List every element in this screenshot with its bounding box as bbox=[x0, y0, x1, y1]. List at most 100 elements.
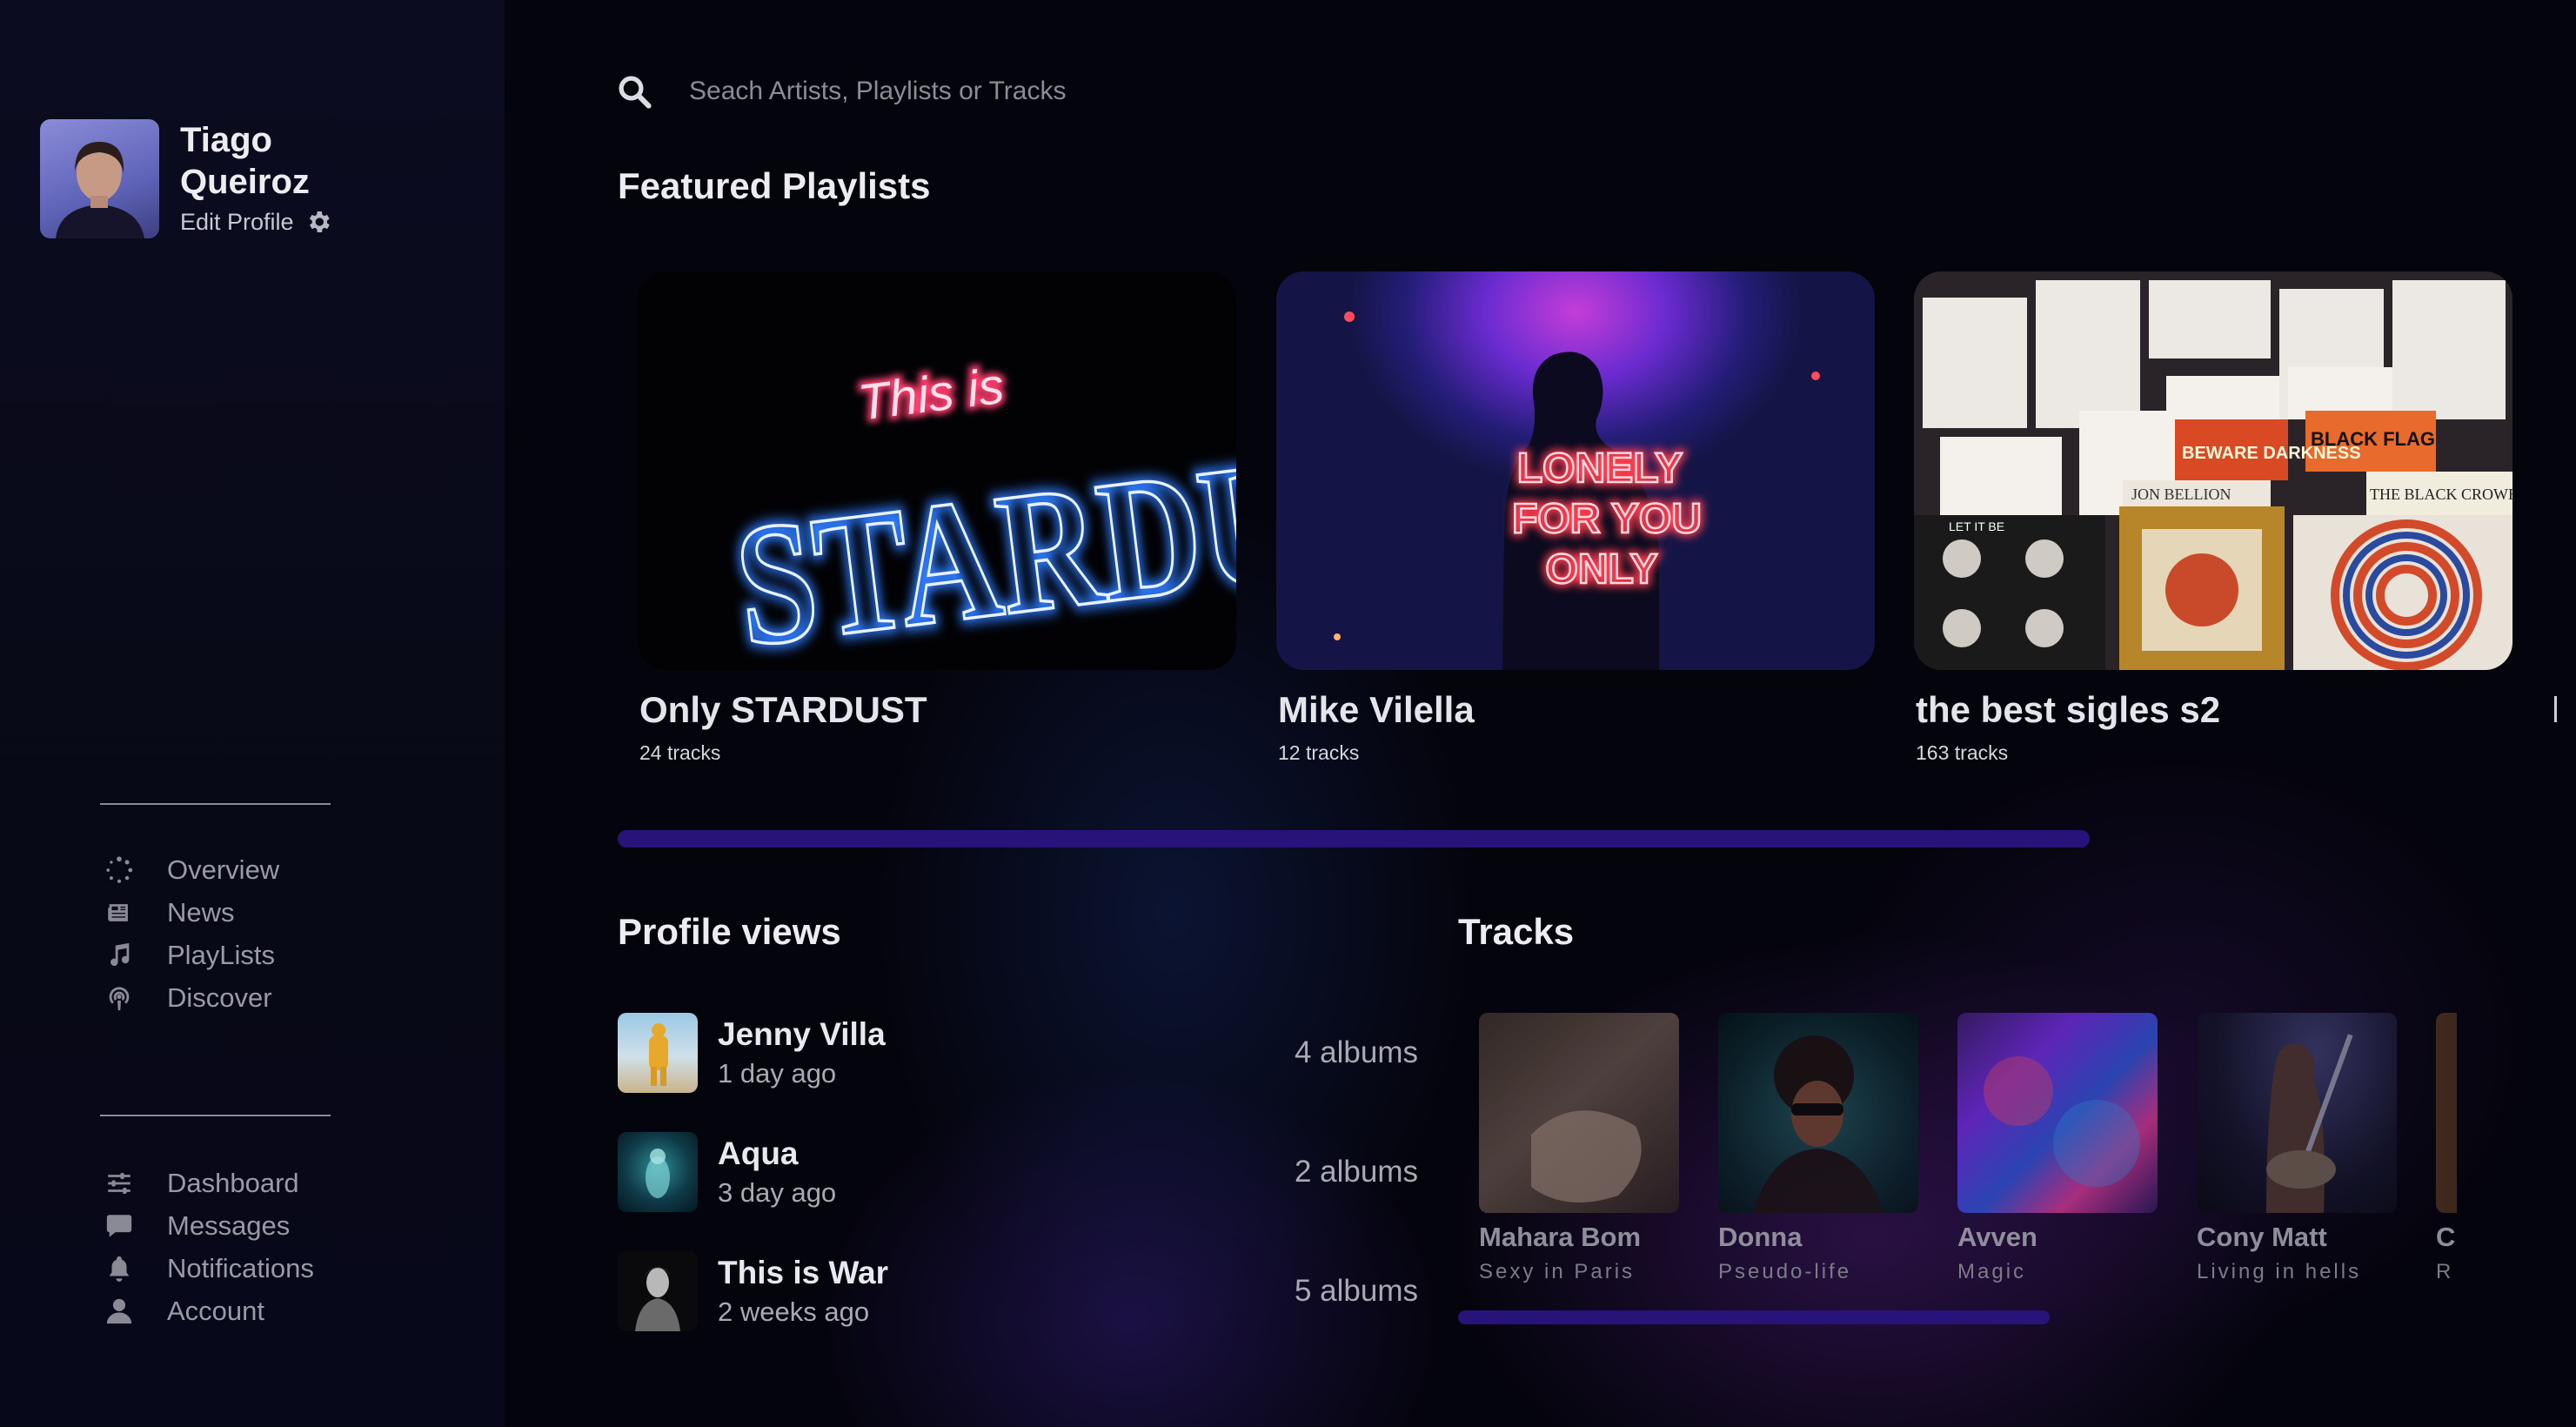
track-title: R bbox=[2436, 1260, 2454, 1283]
track-card[interactable]: Cony Matt Living in hells bbox=[2197, 1013, 2397, 1284]
search-icon[interactable] bbox=[616, 73, 652, 110]
edit-profile-link[interactable]: Edit Profile bbox=[180, 209, 294, 236]
artist-figure bbox=[635, 1267, 680, 1331]
secondary-nav: Dashboard Messages Notifications Account bbox=[104, 1162, 314, 1332]
gear-icon[interactable] bbox=[304, 208, 332, 236]
cover-big-text: STARDUST bbox=[726, 402, 1236, 670]
track-art-figure bbox=[1984, 1056, 2140, 1187]
bell-icon bbox=[109, 1256, 130, 1282]
profile-view-row[interactable]: This is War 2 weeks ago 5 albums bbox=[618, 1251, 1418, 1331]
view-time: 1 day ago bbox=[718, 1058, 837, 1089]
track-art-figure bbox=[1531, 1110, 1642, 1203]
track-card[interactable]: C R bbox=[2436, 1013, 2457, 1284]
avatar-portrait bbox=[56, 142, 144, 238]
primary-nav: Overview News PlayLists Discover bbox=[104, 848, 279, 1019]
newspaper-icon bbox=[108, 903, 128, 921]
nav-label: News bbox=[167, 896, 235, 928]
sidebar-divider bbox=[100, 1115, 331, 1116]
nav-item-account[interactable]: Account bbox=[104, 1290, 314, 1332]
sidebar-divider bbox=[100, 803, 331, 805]
album-count: 2 albums bbox=[1294, 1155, 1418, 1189]
track-artist[interactable]: C bbox=[2436, 1222, 2457, 1253]
nav-label: Dashboard bbox=[167, 1167, 299, 1198]
artist-thumbnail[interactable] bbox=[618, 1251, 698, 1331]
search-bar bbox=[616, 73, 1472, 110]
track-art[interactable] bbox=[1718, 1013, 1918, 1213]
playlist-card[interactable]: BEWARE DARKNESS BLACK FLAG THE BLACK CRO… bbox=[1914, 271, 2512, 765]
track-artist[interactable]: Cony Matt bbox=[2197, 1222, 2397, 1253]
track-art-figure bbox=[1753, 1035, 1883, 1213]
playlist-cover[interactable]: STARDUST STARDUST This is This is bbox=[638, 271, 1236, 670]
track-title: Sexy in Paris bbox=[1479, 1260, 1636, 1283]
search-input[interactable] bbox=[689, 77, 1472, 106]
artist-name[interactable]: Jenny Villa bbox=[718, 1016, 886, 1053]
playlist-card[interactable]: STARDUST STARDUST This is This is Only S… bbox=[638, 271, 1236, 765]
profile-view-row[interactable]: Jenny Villa 1 day ago 4 albums bbox=[618, 1013, 1418, 1093]
nav-item-news[interactable]: News bbox=[104, 891, 279, 934]
playlist-card[interactable]: LONELY FOR YOU ONLY LONELY FOR YOU ONLY … bbox=[1276, 271, 1875, 765]
record-label-text: LET IT BE bbox=[1949, 519, 2004, 533]
artist-thumbnail[interactable] bbox=[618, 1132, 698, 1212]
nav-item-messages[interactable]: Messages bbox=[104, 1204, 314, 1247]
track-card[interactable]: Avven Magic bbox=[1957, 1013, 2158, 1284]
spinner-icon bbox=[106, 855, 133, 883]
lonely-neon-art: LONELY FOR YOU ONLY LONELY FOR YOU ONLY bbox=[1334, 312, 1820, 670]
record-store-art: BEWARE DARKNESS BLACK FLAG THE BLACK CRO… bbox=[1914, 271, 2512, 670]
track-artist[interactable]: Avven bbox=[1957, 1222, 2158, 1253]
playlist-title[interactable]: Only STARDUST bbox=[639, 689, 1236, 731]
user-icon bbox=[106, 1298, 132, 1323]
cover-line: LONELY bbox=[1517, 446, 1683, 492]
track-title: Pseudo-life bbox=[1718, 1260, 1852, 1283]
tracks-scrollbar[interactable] bbox=[1458, 1310, 2050, 1324]
track-art[interactable] bbox=[1957, 1013, 2158, 1213]
album-count: 4 albums bbox=[1294, 1035, 1418, 1069]
playlist-cover[interactable]: LONELY FOR YOU ONLY LONELY FOR YOU ONLY bbox=[1276, 271, 1875, 670]
nav-item-dashboard[interactable]: Dashboard bbox=[104, 1162, 314, 1204]
nav-item-discover[interactable]: Discover bbox=[104, 976, 279, 1019]
playlist-title[interactable]: Mike Vilella bbox=[1278, 689, 1875, 731]
track-title: Magic bbox=[1957, 1260, 2027, 1283]
featured-playlists-title: Featured Playlists bbox=[618, 165, 931, 206]
cover-small-text: This is bbox=[855, 358, 1007, 432]
featured-scrollbar[interactable] bbox=[618, 830, 2090, 847]
cover-line: ONLY bbox=[1546, 546, 1658, 593]
playlist-track-count: 24 tracks bbox=[639, 741, 721, 764]
nav-label: Messages bbox=[167, 1209, 291, 1241]
playlist-cover[interactable]: BEWARE DARKNESS BLACK FLAG THE BLACK CRO… bbox=[1914, 271, 2512, 670]
artist-name[interactable]: Aqua bbox=[718, 1136, 836, 1172]
record-label-text: THE BLACK CROWES bbox=[2370, 486, 2512, 503]
track-artist[interactable]: Mahara Bom bbox=[1479, 1222, 1679, 1253]
chat-bubble-icon bbox=[106, 1214, 132, 1237]
album-count: 5 albums bbox=[1294, 1274, 1418, 1308]
avatar[interactable] bbox=[40, 119, 159, 238]
artist-name[interactable]: This is War bbox=[718, 1255, 888, 1291]
nav-item-notifications[interactable]: Notifications bbox=[104, 1247, 314, 1290]
cover-line: FOR YOU bbox=[1512, 496, 1702, 542]
nav-item-overview[interactable]: Overview bbox=[104, 848, 279, 891]
nav-item-playlists[interactable]: PlayLists bbox=[104, 934, 279, 976]
record-label-text: JON BELLION bbox=[2131, 486, 2231, 503]
track-art[interactable] bbox=[2197, 1013, 2397, 1213]
tracks-title: Tracks bbox=[1458, 911, 1575, 952]
track-artist[interactable]: Donna bbox=[1718, 1222, 1918, 1253]
track-art[interactable] bbox=[1479, 1013, 1679, 1213]
profile-views-title: Profile views bbox=[618, 911, 841, 952]
record-label-text: BLACK FLAG bbox=[2311, 428, 2435, 450]
profile-view-row[interactable]: Aqua 3 day ago 2 albums bbox=[618, 1132, 1418, 1212]
sliders-icon bbox=[108, 1172, 130, 1194]
playlist-track-count: 163 tracks bbox=[1916, 741, 2009, 764]
podcast-icon bbox=[109, 986, 130, 1010]
nav-label: Notifications bbox=[167, 1252, 314, 1283]
profile-name: Tiago Queiroz bbox=[180, 121, 310, 201]
track-art-figure bbox=[2266, 1034, 2353, 1213]
track-card[interactable]: Donna Pseudo-life bbox=[1718, 1013, 1918, 1284]
music-note-icon bbox=[110, 942, 130, 966]
track-art[interactable] bbox=[2436, 1013, 2457, 1213]
track-card[interactable]: Mahara Bom Sexy in Paris bbox=[1479, 1013, 1679, 1284]
neon-stardust-art: STARDUST STARDUST This is This is bbox=[722, 354, 1236, 670]
artist-thumbnail[interactable] bbox=[618, 1013, 698, 1093]
profile-card: Tiago Queiroz Edit Profile bbox=[40, 119, 371, 238]
playlist-title[interactable]: the best sigles s2 bbox=[1916, 689, 2512, 731]
track-title: Living in hells bbox=[2197, 1260, 2362, 1283]
nav-label: Overview bbox=[167, 854, 280, 885]
